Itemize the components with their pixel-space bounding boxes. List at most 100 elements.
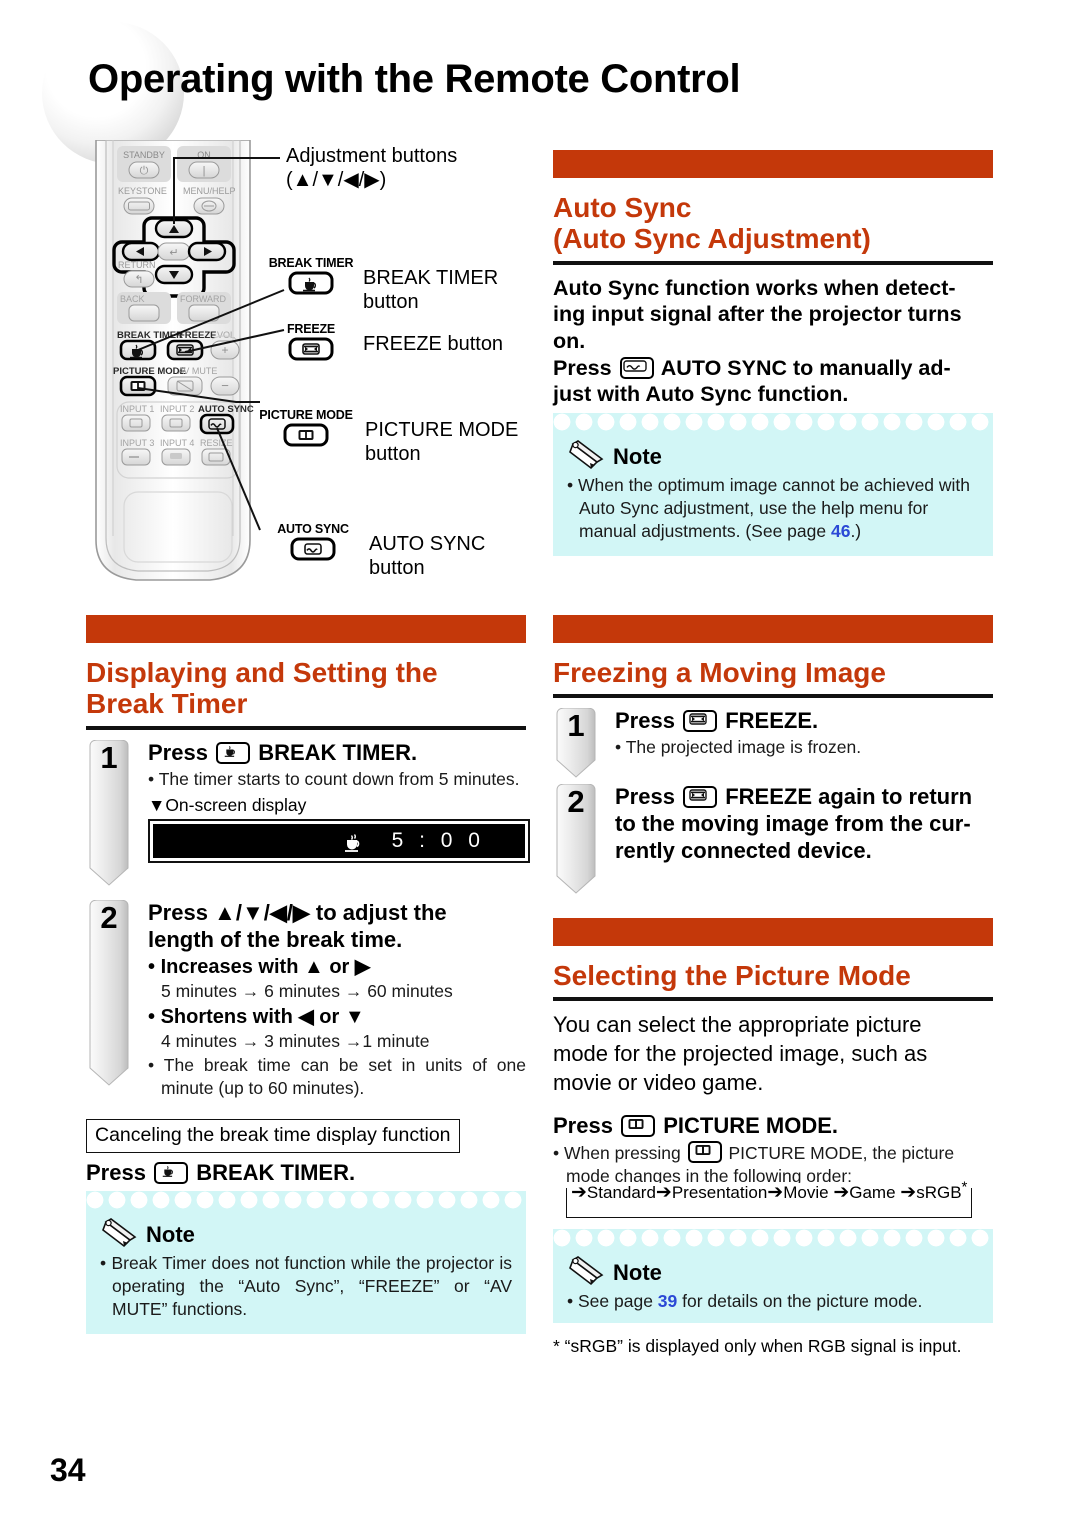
freeze-key-icon [683,786,718,809]
step-2-bullets-2: Shortens with ◀ or ▼ [148,1004,526,1030]
step-1-bullets: The timer starts to count down from 5 mi… [148,768,526,791]
step-number: 2 [100,899,118,935]
note-list: Break Timer does not function while the … [100,1252,512,1320]
picture-mode-key-icon [621,1115,656,1138]
svg-text:↵: ↵ [169,247,178,259]
freeze-step-2: 2 Press FREEZE again to return to the mo… [553,784,993,896]
section-break-timer: Displaying and Setting the Break Timer 1… [86,615,530,1335]
step-number: 1 [100,739,118,775]
heading-picture-mode: Selecting the Picture Mode [553,960,911,991]
svg-text:AUTO SYNC: AUTO SYNC [198,404,254,415]
note-item: When the optimum image cannot be achieve… [567,474,979,542]
chain-asterisk: * [961,1178,968,1196]
picture-mode-bullets: When pressing PICTURE MODE, the picture [553,1140,993,1165]
press-label: Press [553,355,612,380]
bullet-item: The projected image is frozen. [615,736,993,759]
svg-text:INPUT 3: INPUT 3 [120,438,154,448]
on-screen-display: 5 : 0 0 [148,819,530,864]
pencil-icon [569,1256,604,1286]
break-timer-key-icon [288,271,334,295]
callout-auto-sync: AUTO SYNC AUTO SYNC button [277,522,486,579]
auto-sync-key-icon [290,537,336,561]
divider-auto-sync [553,260,993,265]
svg-text:INPUT 2: INPUT 2 [160,404,194,414]
page-number: 34 [50,1452,86,1488]
step-2-heading-line1: Press ▲/▼/◀/▶ to adjust the [148,899,447,925]
page-title: Operating with the Remote Control [88,57,741,101]
note-list: See page 39 for details on the picture m… [567,1290,979,1313]
note-label: Note [146,1222,195,1248]
svg-text:RESIZE: RESIZE [200,438,233,448]
break-timer-key-icon [216,741,251,764]
note-header: Note [100,1218,512,1248]
note-header: Note [567,1256,979,1286]
section-bar-break-timer [86,615,526,643]
step-number: 1 [567,708,585,744]
svg-text:INPUT 4: INPUT 4 [160,438,194,448]
manual-page: Operating with the Remote Control STANDB… [0,0,1080,1529]
break-timer-key-icon [154,1161,189,1184]
callout-adjustment-buttons: Adjustment buttons (▲/▼/◀/▶) [286,145,458,191]
step-2-heading-line2: length of the break time. [148,926,403,952]
freeze-step-2-heading: Press FREEZE again to return [615,784,973,810]
freeze-step-1-heading: Press FREEZE. [615,708,819,734]
step-2-bullets: Increases with ▲ or ▶ [148,954,526,980]
mode-srgb: sRGB [916,1183,962,1203]
svg-text:FORWARD: FORWARD [180,294,226,304]
svg-text:⏻: ⏻ [140,165,149,177]
page-reference: 39 [657,1291,678,1312]
section-bar-auto-sync [553,150,993,178]
picture-mode-footnote: * “sRGB” is displayed only when RGB sign… [553,1335,962,1356]
freeze-step-1-bullets: The projected image is frozen. [615,736,993,759]
osd-time-value: 5 : 0 0 [391,829,485,853]
mode-movie: Movie [783,1183,829,1203]
auto-sync-key-icon [619,356,654,379]
svg-text:KEYSTONE: KEYSTONE [118,186,167,196]
page-reference: 46 [830,520,851,541]
picture-mode-description: You can select the appropriate picture m… [553,1012,928,1095]
svg-text:STANDBY: STANDBY [123,150,165,160]
svg-text:RETURN: RETURN [118,260,156,270]
note-break-timer: Note Break Timer does not function while… [86,1191,526,1335]
picture-mode-key-icon [687,1140,722,1163]
increases-detail: 5 minutes → 6 minutes → 60 minutes [161,981,453,1002]
freeze-step-1: 1 Press FREEZE. • The projected image is… [553,708,993,780]
step-2-bullets-3: The break time can be set in units of on… [148,1054,526,1100]
heading-freezing: Freezing a Moving Image [553,657,886,688]
note-label: Note [613,444,662,469]
coffee-cup-icon [344,834,359,852]
freeze-step-2-line3: rently connected device. [615,838,872,864]
auto-sync-description: Auto Sync function works when detect- in… [553,275,962,407]
svg-text:PICTURE MODE: PICTURE MODE [113,366,186,377]
canceling-press-line: Press BREAK TIMER. [86,1159,356,1185]
pencil-icon [569,440,604,470]
bullet-item: The break time can be set in units of on… [148,1054,526,1100]
divider-break-timer [86,725,526,730]
bullet-increases: Increases with ▲ or ▶ [148,954,526,980]
break-timer-step-2: 2 Press ▲/▼/◀/▶ to adjust the length of … [86,899,526,1100]
section-bar-freezing [553,615,993,643]
callout-picture-mode: PICTURE MODE PICTURE MODE button [259,408,519,465]
section-bar-picture-mode [553,918,993,946]
section-picture-mode: Selecting the Picture Mode You can selec… [553,918,993,1358]
pencil-icon [102,1218,137,1248]
bullet-item: The timer starts to count down from 5 mi… [148,768,526,791]
svg-text:|: | [203,165,206,177]
note-item: Break Timer does not function while the … [100,1252,512,1320]
step-number: 2 [567,784,585,820]
divider-picture-mode [553,997,993,1002]
section-auto-sync: Auto Sync (Auto Sync Adjustment) Auto Sy… [553,150,993,557]
section-freezing: Freezing a Moving Image 1 Press FREEZE. … [553,615,993,896]
picture-mode-order-chain: ➔Standard➔Presentation➔Movie ➔Game ➔sRGB… [553,1179,993,1219]
picture-mode-press-line: Press PICTURE MODE. [553,1113,838,1139]
svg-text:MENU/HELP: MENU/HELP [183,186,236,196]
note-label: Note [613,1260,662,1286]
svg-text:VOL: VOL [217,330,235,340]
note-auto-sync: Note When the optimum image cannot be ac… [553,412,993,557]
heading-break-timer: Displaying and Setting the Break Timer [86,657,438,720]
mode-presentation: Presentation [671,1183,768,1203]
divider-freezing [553,694,993,699]
shortens-detail: 4 minutes → 3 minutes →1 minute [161,1031,430,1052]
note-item: See page 39 for details on the picture m… [567,1290,979,1313]
bullet-item: When pressing PICTURE MODE, the picture [553,1140,993,1165]
